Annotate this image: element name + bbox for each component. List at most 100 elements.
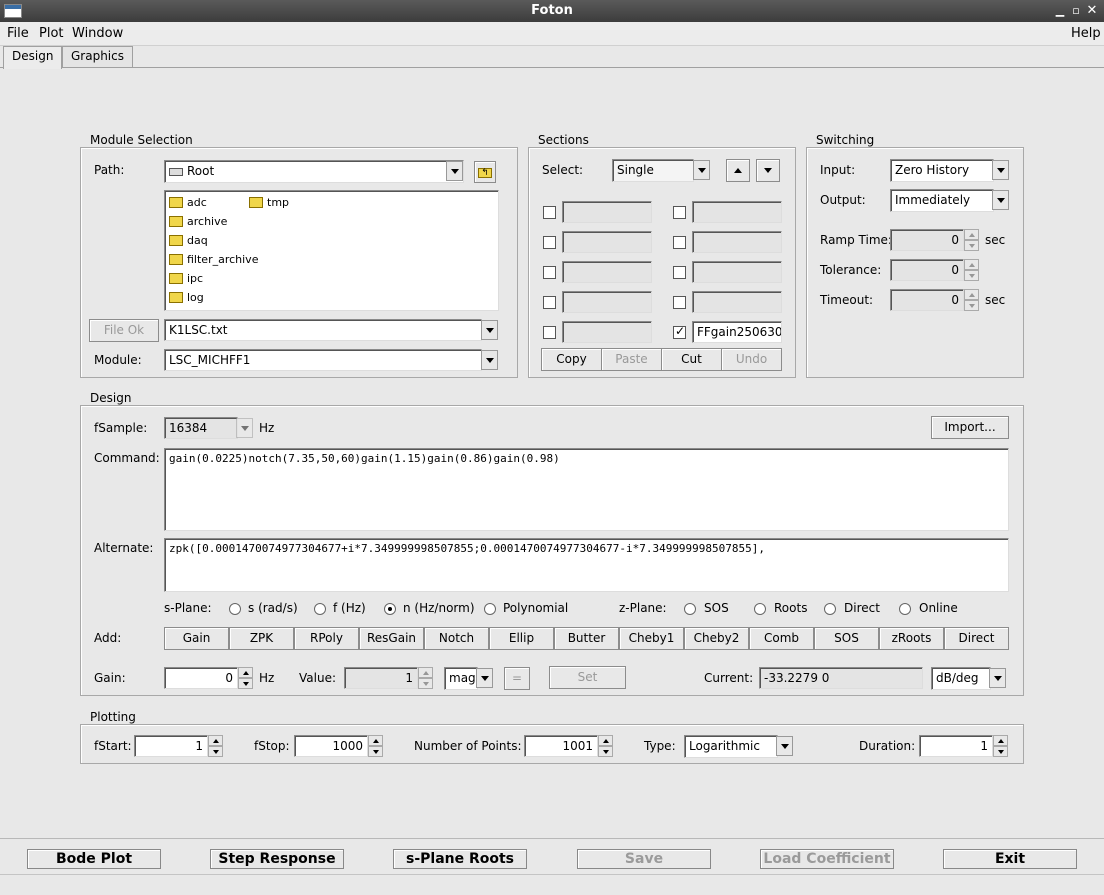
section-name-field[interactable] <box>692 201 782 223</box>
duration-stepper[interactable] <box>993 735 1008 757</box>
duration-field[interactable]: 1 <box>919 735 993 757</box>
section-checkbox[interactable] <box>673 266 686 279</box>
tab-graphics[interactable]: Graphics <box>62 46 133 68</box>
menu-window[interactable]: Window <box>72 26 123 41</box>
zplane-radio[interactable] <box>754 603 766 615</box>
file-ok-button[interactable]: File Ok <box>89 319 159 342</box>
section-checkbox[interactable] <box>673 296 686 309</box>
list-item[interactable]: archive <box>169 212 227 230</box>
list-item[interactable]: tmp <box>249 193 289 211</box>
list-item[interactable]: adc <box>169 193 207 211</box>
list-item[interactable]: ipc <box>169 269 203 287</box>
set-button[interactable]: Set <box>549 666 626 689</box>
section-name-field[interactable]: FFgain250630 <box>692 321 782 343</box>
zplane-radio[interactable] <box>824 603 836 615</box>
list-item[interactable]: daq <box>169 231 208 249</box>
load-coefficient-button[interactable]: Load Coefficient <box>760 849 894 869</box>
command-textarea[interactable]: gain(0.0225)notch(7.35,50,60)gain(1.15)g… <box>164 448 1009 531</box>
section-name-field[interactable] <box>562 201 652 223</box>
equals-button[interactable]: = <box>504 667 530 690</box>
add-cheby2-button[interactable]: Cheby2 <box>684 627 749 650</box>
value-mode-combo[interactable]: mag <box>444 667 478 690</box>
splane-radio[interactable] <box>314 603 326 615</box>
timeout-field[interactable]: 0 <box>890 289 964 311</box>
section-checkbox[interactable] <box>543 326 556 339</box>
copy-button[interactable]: Copy <box>541 348 602 371</box>
list-item[interactable]: log <box>169 288 204 306</box>
paste-button[interactable]: Paste <box>601 348 662 371</box>
zplane-radio[interactable] <box>899 603 911 615</box>
value-field[interactable]: 1 <box>344 667 418 689</box>
fsample-dropdown-arrow[interactable] <box>236 418 253 438</box>
section-checkbox[interactable] <box>673 236 686 249</box>
section-up-button[interactable] <box>726 159 750 182</box>
save-button[interactable]: Save <box>577 849 711 869</box>
timeout-stepper[interactable] <box>964 289 979 311</box>
add-zpk-button[interactable]: ZPK <box>229 627 294 650</box>
module-dropdown-arrow[interactable] <box>481 350 498 370</box>
section-checkbox[interactable] <box>673 324 686 339</box>
add-ellip-button[interactable]: Ellip <box>489 627 554 650</box>
add-cheby1-button[interactable]: Cheby1 <box>619 627 684 650</box>
section-checkbox[interactable] <box>543 266 556 279</box>
section-name-field[interactable] <box>562 231 652 253</box>
file-combo[interactable]: K1LSC.txt <box>164 319 482 341</box>
fstart-stepper[interactable] <box>208 735 223 757</box>
npoints-stepper[interactable] <box>598 735 613 757</box>
menu-file[interactable]: File <box>7 26 29 41</box>
add-sos-button[interactable]: SOS <box>814 627 879 650</box>
bode-plot-button[interactable]: Bode Plot <box>27 849 161 869</box>
add-zroots-button[interactable]: zRoots <box>879 627 944 650</box>
list-item[interactable]: filter_archive <box>169 250 258 268</box>
select-dropdown-arrow[interactable] <box>693 160 710 180</box>
file-list[interactable]: adc tmp archive daq filter_archive ipc l… <box>164 190 499 311</box>
type-dropdown-arrow[interactable] <box>776 736 793 756</box>
section-checkbox[interactable] <box>673 206 686 219</box>
value-stepper[interactable] <box>418 667 433 689</box>
current-unit-combo[interactable]: dB/deg <box>931 667 991 690</box>
import-button[interactable]: Import... <box>931 416 1009 439</box>
fstart-field[interactable]: 1 <box>134 735 208 757</box>
add-comb-button[interactable]: Comb <box>749 627 814 650</box>
maximize-icon[interactable]: ▫ <box>1068 2 1084 20</box>
file-dropdown-arrow[interactable] <box>481 320 498 340</box>
path-combo[interactable]: Root <box>164 160 464 183</box>
splane-roots-button[interactable]: s-Plane Roots <box>393 849 527 869</box>
splane-radio[interactable] <box>229 603 241 615</box>
parent-folder-button[interactable]: ↰ <box>474 161 496 183</box>
step-response-button[interactable]: Step Response <box>210 849 344 869</box>
fsample-combo[interactable]: 16384 <box>164 417 238 439</box>
add-resgain-button[interactable]: ResGain <box>359 627 424 650</box>
alternate-textarea[interactable]: zpk([0.0001470074977304677+i*7.349999998… <box>164 538 1009 592</box>
fstop-field[interactable]: 1000 <box>294 735 368 757</box>
select-combo[interactable]: Single <box>612 159 694 182</box>
section-name-field[interactable] <box>562 261 652 283</box>
section-name-field[interactable] <box>562 321 652 343</box>
zplane-radio[interactable] <box>684 603 696 615</box>
undo-button[interactable]: Undo <box>721 348 782 371</box>
fstop-stepper[interactable] <box>368 735 383 757</box>
add-rpoly-button[interactable]: RPoly <box>294 627 359 650</box>
module-combo[interactable]: LSC_MICHFF1 <box>164 349 482 371</box>
add-notch-button[interactable]: Notch <box>424 627 489 650</box>
menu-plot[interactable]: Plot <box>39 26 64 41</box>
menu-help[interactable]: Help <box>1071 26 1101 41</box>
section-down-button[interactable] <box>756 159 780 182</box>
gain-stepper[interactable] <box>238 667 253 689</box>
tab-design[interactable]: Design <box>3 46 63 69</box>
splane-radio[interactable] <box>384 603 396 615</box>
exit-button[interactable]: Exit <box>943 849 1077 869</box>
npoints-field[interactable]: 1001 <box>524 735 598 757</box>
output-combo[interactable]: Immediately <box>890 189 994 212</box>
close-icon[interactable]: ✕ <box>1084 2 1100 20</box>
section-checkbox[interactable] <box>543 206 556 219</box>
section-checkbox[interactable] <box>543 236 556 249</box>
path-dropdown-arrow[interactable] <box>446 161 463 181</box>
section-name-field[interactable] <box>562 291 652 313</box>
output-dropdown-arrow[interactable] <box>992 190 1009 210</box>
add-gain-button[interactable]: Gain <box>164 627 229 650</box>
tolerance-field[interactable]: 0 <box>890 259 964 281</box>
add-butter-button[interactable]: Butter <box>554 627 619 650</box>
tolerance-stepper[interactable] <box>964 259 979 281</box>
cut-button[interactable]: Cut <box>661 348 722 371</box>
